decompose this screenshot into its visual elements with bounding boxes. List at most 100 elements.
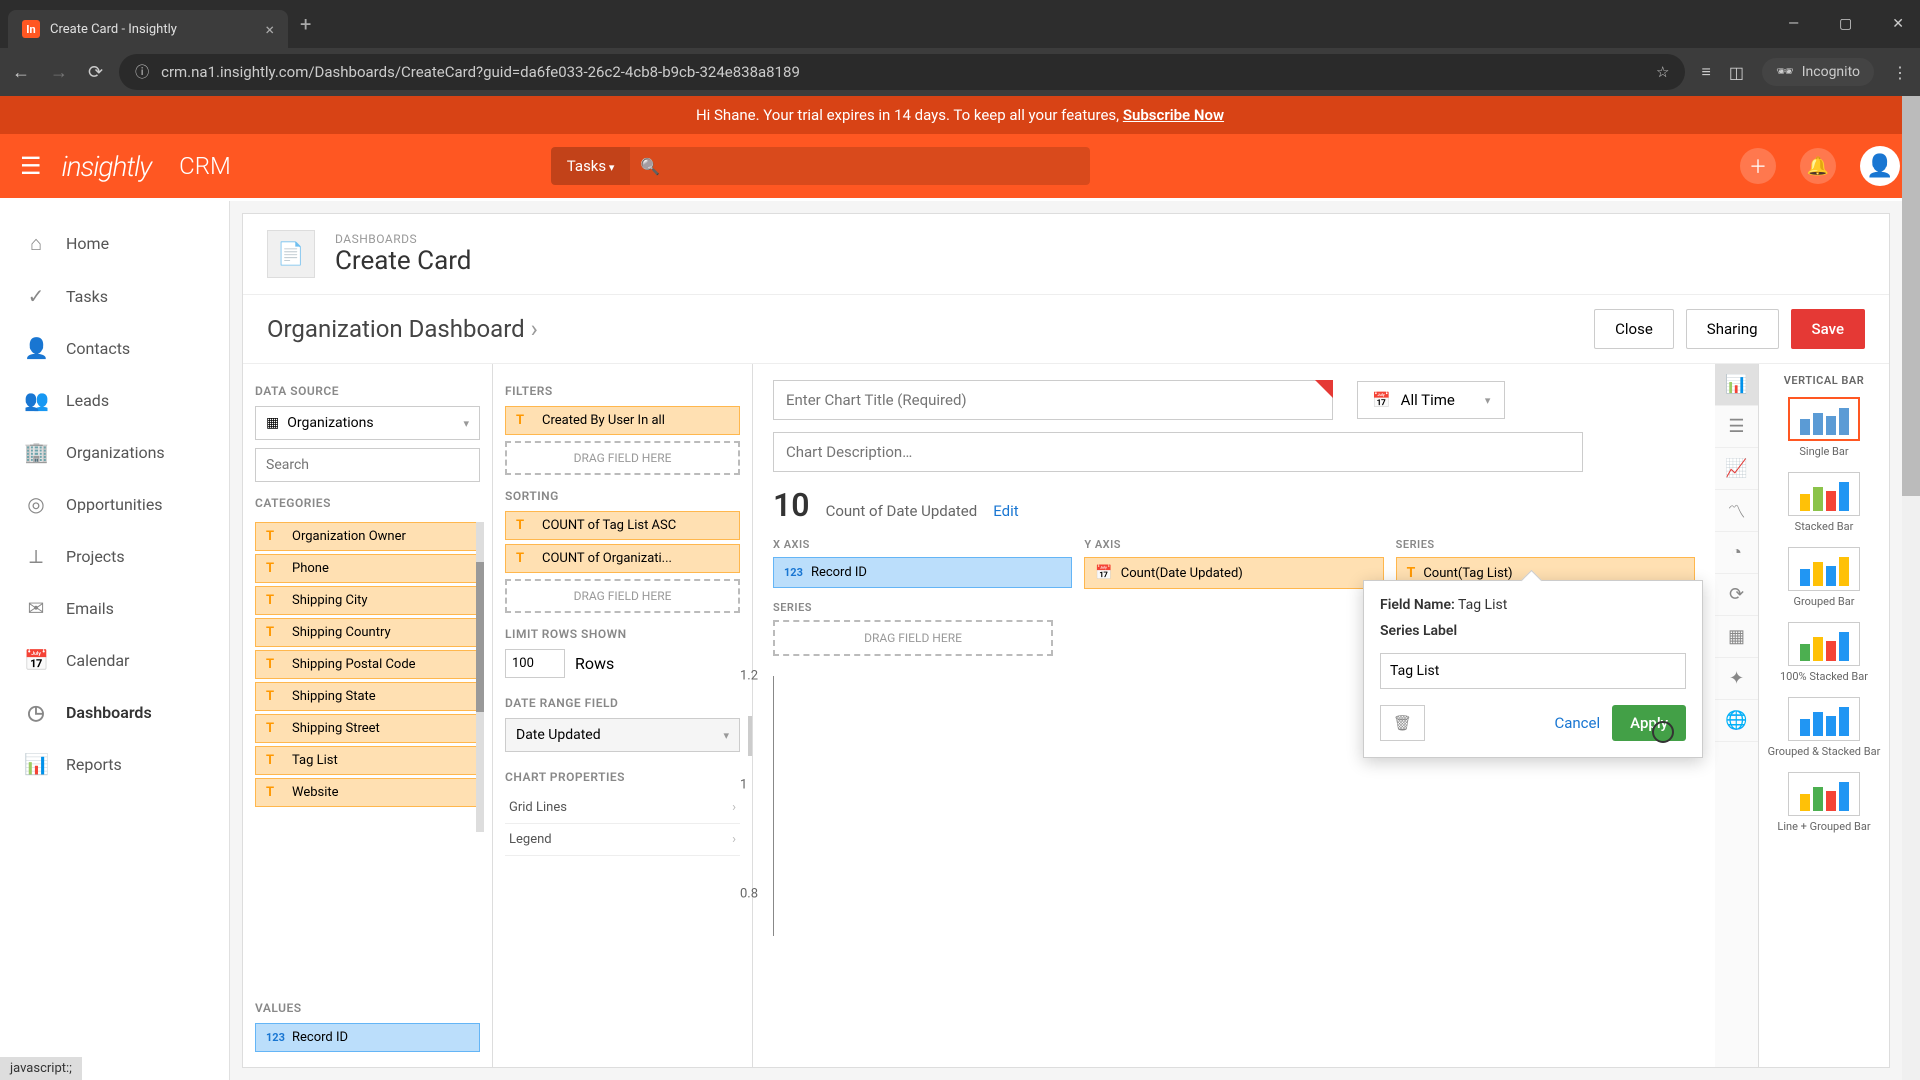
chart-type-option[interactable]: Single Bar: [1767, 397, 1881, 458]
text-icon: T: [1407, 565, 1416, 581]
notifications-icon[interactable]: 🔔: [1800, 148, 1836, 184]
yaxis-chip[interactable]: 📅 Count(Date Updated): [1084, 557, 1383, 589]
apply-button[interactable]: Apply: [1612, 705, 1686, 741]
chart-property-row[interactable]: Legend: [505, 824, 740, 856]
site-info-icon[interactable]: ⓘ: [135, 62, 149, 82]
text-icon: T: [266, 657, 284, 672]
funnel-chart-icon[interactable]: ✦: [1715, 658, 1758, 700]
sidepanel-icon[interactable]: ◫: [1729, 63, 1744, 82]
dashboard-name-link[interactable]: Organization Dashboard: [267, 315, 538, 343]
nav-item-organizations[interactable]: 🏢Organizations: [0, 426, 229, 478]
sharing-button[interactable]: Sharing: [1686, 309, 1779, 349]
chart-type-option[interactable]: 100% Stacked Bar: [1767, 622, 1881, 683]
breadcrumb: DASHBOARDS: [335, 232, 471, 246]
daterange-select[interactable]: Date Updated: [505, 718, 740, 752]
category-field[interactable]: TShipping Street: [255, 714, 480, 743]
xaxis-chip[interactable]: 123 Record ID: [773, 557, 1072, 588]
tab-title: Create Card - Insightly: [50, 22, 255, 37]
value-field[interactable]: 123Record ID: [255, 1023, 480, 1052]
close-window-button[interactable]: ✕: [1884, 12, 1912, 36]
search-type-dropdown[interactable]: Tasks: [551, 147, 631, 185]
area-chart-icon[interactable]: 〽: [1715, 490, 1758, 532]
category-field[interactable]: TOrganization Owner: [255, 522, 480, 551]
sort-chip[interactable]: TCOUNT of Organizati...: [505, 544, 740, 573]
search-input[interactable]: [670, 147, 1090, 185]
page-scrollbar[interactable]: [1902, 96, 1920, 1080]
new-tab-button[interactable]: +: [300, 12, 311, 36]
text-icon: T: [266, 625, 284, 640]
text-icon: T: [266, 529, 284, 544]
bar-chart-icon[interactable]: 📊: [1715, 364, 1758, 406]
sorting-dropzone[interactable]: DRAG FIELD HERE: [505, 579, 740, 613]
url-bar[interactable]: ⓘ crm.na1.insightly.com/Dashboards/Creat…: [119, 54, 1685, 90]
edit-metric-link[interactable]: Edit: [993, 502, 1018, 520]
minimize-button[interactable]: —: [1780, 12, 1807, 36]
back-button[interactable]: ←: [12, 62, 30, 83]
ytick: 1: [740, 778, 747, 793]
category-field[interactable]: TShipping Country: [255, 618, 480, 647]
save-button[interactable]: Save: [1791, 309, 1865, 349]
close-button[interactable]: Close: [1594, 309, 1674, 349]
category-field[interactable]: TTag List: [255, 746, 480, 775]
cancel-button[interactable]: Cancel: [1554, 714, 1600, 732]
nav-item-home[interactable]: ⌂Home: [0, 217, 229, 270]
chart-property-row[interactable]: Grid Lines: [505, 792, 740, 824]
add-button[interactable]: ＋: [1740, 148, 1776, 184]
filter-chip[interactable]: TCreated By User In all: [505, 406, 740, 435]
avatar[interactable]: 👤: [1860, 146, 1900, 186]
incognito-badge[interactable]: 🕶 Incognito: [1762, 58, 1874, 86]
nav-item-projects[interactable]: ⟂Projects: [0, 530, 229, 582]
category-field[interactable]: TWebsite: [255, 778, 480, 807]
browser-menu-icon[interactable]: ⋮: [1892, 63, 1908, 82]
sort-chip[interactable]: TCOUNT of Tag List ASC: [505, 511, 740, 540]
chart-type-option[interactable]: Stacked Bar: [1767, 472, 1881, 533]
limit-rows-input[interactable]: [505, 649, 565, 678]
metric-chart-icon[interactable]: ⟳: [1715, 574, 1758, 616]
browser-tab[interactable]: In Create Card - Insightly ×: [8, 10, 288, 48]
forward-button[interactable]: →: [50, 62, 68, 83]
chart-description-input[interactable]: [773, 432, 1583, 472]
time-range-select[interactable]: 📅 All Time: [1357, 381, 1505, 419]
category-field[interactable]: TShipping Postal Code: [255, 650, 480, 679]
hamburger-icon[interactable]: ☰: [20, 152, 42, 180]
nav-item-tasks[interactable]: ✓Tasks: [0, 270, 229, 322]
extensions-icon[interactable]: ≡: [1701, 62, 1710, 82]
horizontal-bar-icon[interactable]: ☰: [1715, 406, 1758, 448]
map-chart-icon[interactable]: 🌐: [1715, 700, 1758, 742]
chart-type-option[interactable]: Line + Grouped Bar: [1767, 772, 1881, 833]
nav-item-contacts[interactable]: 👤Contacts: [0, 322, 229, 374]
delete-series-button[interactable]: 🗑: [1380, 705, 1425, 741]
data-source-select[interactable]: ▦ Organizations: [255, 406, 480, 440]
nav-item-emails[interactable]: ✉Emails: [0, 582, 229, 634]
nav-item-leads[interactable]: 👥Leads: [0, 374, 229, 426]
category-field[interactable]: TShipping City: [255, 586, 480, 615]
categories-scrollbar[interactable]: [476, 522, 484, 832]
line-chart-icon[interactable]: 📈: [1715, 448, 1758, 490]
logo[interactable]: insightly: [62, 150, 152, 183]
fields-panel: DATA SOURCE ▦ Organizations CATEGORIES T…: [243, 364, 493, 1067]
search-icon[interactable]: 🔍: [630, 157, 670, 176]
nav-item-dashboards[interactable]: ◷Dashboards: [0, 686, 229, 738]
chart-title-input[interactable]: [773, 380, 1333, 420]
series-dropzone[interactable]: DRAG FIELD HERE: [773, 620, 1053, 656]
scrollbar-thumb[interactable]: [1902, 96, 1920, 496]
subscribe-link[interactable]: Subscribe Now: [1123, 106, 1224, 124]
nav-item-opportunities[interactable]: ◎Opportunities: [0, 478, 229, 530]
page-icon: 📄: [267, 230, 315, 278]
chart-type-option[interactable]: Grouped Bar: [1767, 547, 1881, 608]
bookmark-icon[interactable]: ☆: [1656, 63, 1669, 81]
category-field[interactable]: TPhone: [255, 554, 480, 583]
pie-chart-icon[interactable]: ◔: [1715, 532, 1758, 574]
table-chart-icon[interactable]: ▦: [1715, 616, 1758, 658]
nav-item-calendar[interactable]: 📅Calendar: [0, 634, 229, 686]
reload-button[interactable]: ⟳: [88, 62, 103, 83]
maximize-button[interactable]: ▢: [1831, 12, 1860, 36]
nav-item-reports[interactable]: 📊Reports: [0, 738, 229, 790]
filters-dropzone[interactable]: DRAG FIELD HERE: [505, 441, 740, 475]
field-search-input[interactable]: [255, 448, 480, 482]
scrollbar-thumb[interactable]: [476, 562, 484, 712]
series-label-input[interactable]: [1380, 653, 1686, 689]
chart-type-option[interactable]: Grouped & Stacked Bar: [1767, 697, 1881, 758]
close-icon[interactable]: ×: [265, 20, 274, 39]
category-field[interactable]: TShipping State: [255, 682, 480, 711]
